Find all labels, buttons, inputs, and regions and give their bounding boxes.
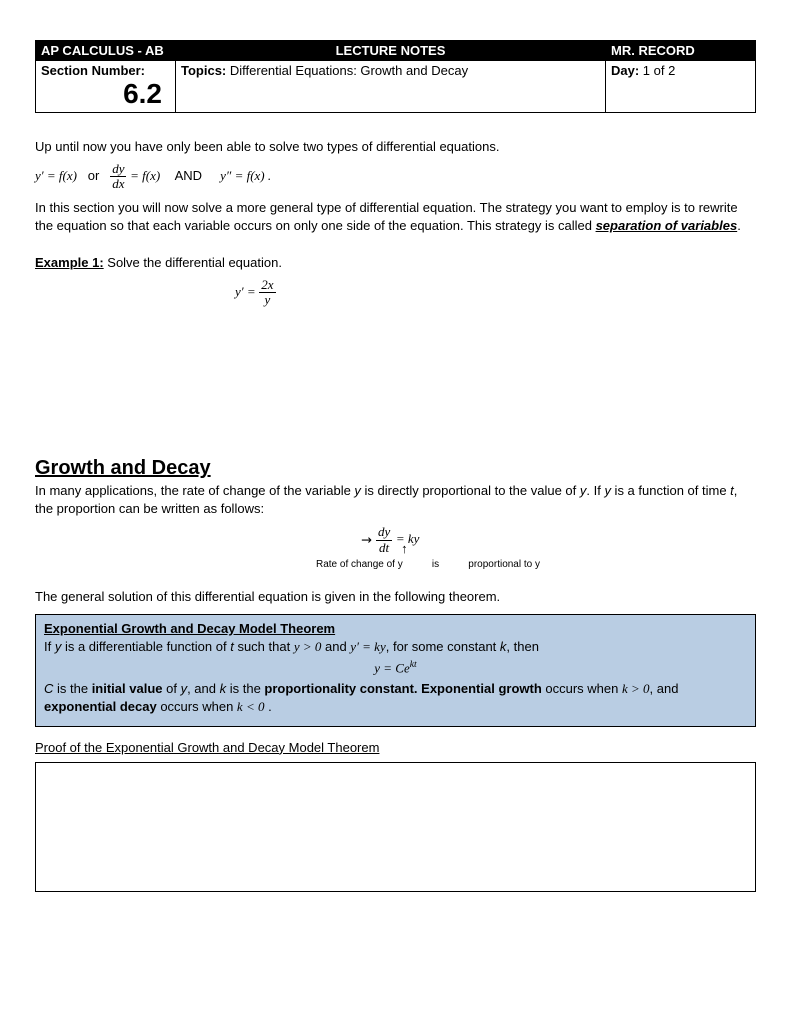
- proof-box: [35, 762, 756, 892]
- th-kgt0: k > 0: [622, 681, 650, 696]
- annot-prop: proportional to y: [468, 559, 588, 570]
- example1-text: Solve the differential equation.: [104, 255, 282, 270]
- growth-p1: In many applications, the rate of change…: [35, 482, 756, 517]
- example1-equation: y′ = 2x y: [235, 278, 756, 308]
- section-number: 6.2: [41, 78, 170, 110]
- intro-p2: In this section you will now solve a mor…: [35, 199, 756, 234]
- ky-rhs: = ky: [396, 532, 420, 547]
- teacher-cell: MR. RECORD: [606, 41, 756, 61]
- annotation-row: Rate of change of y is proportional to y: [35, 559, 756, 570]
- intro-p1: Up until now you have only been able to …: [35, 138, 756, 156]
- proof-title: Proof of the Exponential Growth and Deca…: [35, 739, 756, 757]
- dt-den: dt: [376, 541, 392, 555]
- gp1b: is directly proportional to the value of: [361, 483, 580, 498]
- growth-decay-title: Growth and Decay: [35, 457, 756, 480]
- intro-period: .: [737, 218, 741, 233]
- theorem-title: Exponential Growth and Decay Model Theor…: [44, 621, 747, 636]
- lecture-cell: LECTURE NOTES: [176, 41, 606, 61]
- gp1a: In many applications, the rate of change…: [35, 483, 354, 498]
- th-expg: Exponential growth: [421, 681, 542, 696]
- ex1-lhs: y′ =: [235, 284, 256, 299]
- eq-fx: = f(x): [130, 168, 160, 183]
- dy-dt-frac: dy dt: [376, 525, 392, 555]
- ex1-den: y: [259, 293, 275, 307]
- th1d: , for some constant: [386, 639, 500, 654]
- eq-or-text: or: [88, 168, 100, 183]
- growth-p2: The general solution of this differentia…: [35, 588, 756, 606]
- th2b: is the: [53, 681, 91, 696]
- th-expd: exponential decay: [44, 699, 157, 714]
- th2g: occurs when: [542, 681, 622, 696]
- th2h: , and: [650, 681, 679, 696]
- eq-and: AND: [175, 168, 202, 183]
- annot-rate: Rate of change of y: [203, 559, 403, 570]
- section-label: Section Number:: [41, 63, 170, 78]
- course-cell: AP CALCULUS - AB: [36, 41, 176, 61]
- topics-label: Topics:: [181, 63, 226, 78]
- ex1-num: 2x: [259, 278, 275, 293]
- day-value: 1 of 2: [639, 63, 675, 78]
- th-klt0: k < 0: [237, 699, 265, 714]
- ex1-frac: 2x y: [259, 278, 275, 308]
- theorem-equation: y = Cekt: [44, 659, 747, 676]
- dy-dx-frac: dy dx: [110, 162, 126, 192]
- th-cond1: y > 0: [294, 639, 322, 654]
- topics-cell: Topics: Differential Equations: Growth a…: [176, 61, 606, 113]
- dx-den: dx: [110, 177, 126, 191]
- arrow-left-icon: ↗: [357, 531, 376, 550]
- th-eq-exp: kt: [410, 659, 417, 670]
- day-label: Day:: [611, 63, 639, 78]
- gp1c: . If: [586, 483, 604, 498]
- th1e: , then: [506, 639, 539, 654]
- th1b: is a differentiable function of: [61, 639, 230, 654]
- th2c: of: [163, 681, 181, 696]
- example1-line: Example 1: Solve the differential equati…: [35, 254, 756, 272]
- dy-num2: dy: [376, 525, 392, 540]
- section-cell: Section Number: 6.2: [36, 61, 176, 113]
- dy-num: dy: [110, 162, 126, 177]
- th-prop: proportionality constant.: [264, 681, 417, 696]
- ky-equation: ↗ dy dt = ky ↑: [35, 525, 756, 555]
- th-eq-base: y = Ce: [374, 660, 409, 675]
- example1-label: Example 1:: [35, 255, 104, 270]
- annot-is: is: [406, 559, 466, 570]
- th1a: If: [44, 639, 55, 654]
- theorem-line1: If y is a differentiable function of t s…: [44, 638, 747, 656]
- header-table: AP CALCULUS - AB LECTURE NOTES MR. RECOR…: [35, 40, 756, 113]
- arrow-mid-icon: ↑: [401, 541, 408, 556]
- th-and: and: [321, 639, 350, 654]
- theorem-line2: C is the initial value of y, and k is th…: [44, 680, 747, 715]
- intro-equation-line: y′ = f(x) or dy dx = f(x) AND y″ = f(x) …: [35, 162, 756, 192]
- th-C: C: [44, 681, 53, 696]
- th2e: is the: [226, 681, 264, 696]
- th2d: , and: [187, 681, 220, 696]
- th-init: initial value: [92, 681, 163, 696]
- gp1d: is a function of time: [611, 483, 730, 498]
- th2j: .: [264, 699, 271, 714]
- th2i: occurs when: [157, 699, 237, 714]
- eq-or: [81, 168, 88, 183]
- topics-value: Differential Equations: Growth and Decay: [226, 63, 468, 78]
- eq-y-double-prime: y″ = f(x) .: [220, 168, 271, 183]
- theorem-box: Exponential Growth and Decay Model Theor…: [35, 614, 756, 727]
- eq-y-prime: y′ = f(x): [35, 168, 77, 183]
- separation-of-variables: separation of variables: [596, 218, 738, 233]
- th1c: such that: [234, 639, 294, 654]
- day-cell: Day: 1 of 2: [606, 61, 756, 113]
- th-cond2: y′ = ky: [350, 639, 385, 654]
